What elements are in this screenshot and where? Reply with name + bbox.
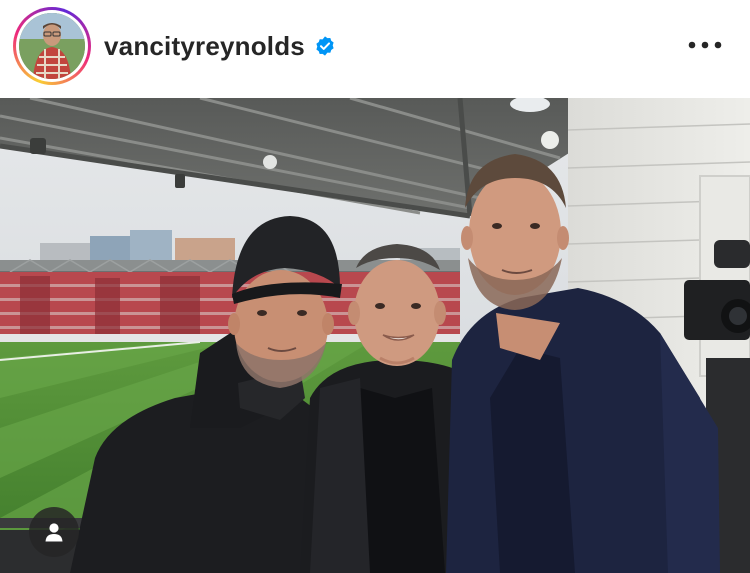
username-link[interactable]: vancityreynolds (104, 31, 305, 62)
post-photo[interactable] (0, 98, 750, 573)
more-options-button[interactable] (681, 30, 729, 60)
tagged-people-icon (45, 523, 63, 542)
post-header: vancityreynolds (0, 0, 750, 98)
tagged-people-button[interactable] (29, 507, 79, 557)
photo-scene (0, 98, 750, 573)
username-row: vancityreynolds (104, 28, 336, 64)
verified-badge-icon (316, 36, 334, 56)
instagram-post: vancityreynolds (0, 0, 750, 573)
more-options-icon (688, 41, 722, 49)
profile-photo-icon (19, 13, 85, 79)
profile-avatar[interactable] (13, 7, 91, 85)
